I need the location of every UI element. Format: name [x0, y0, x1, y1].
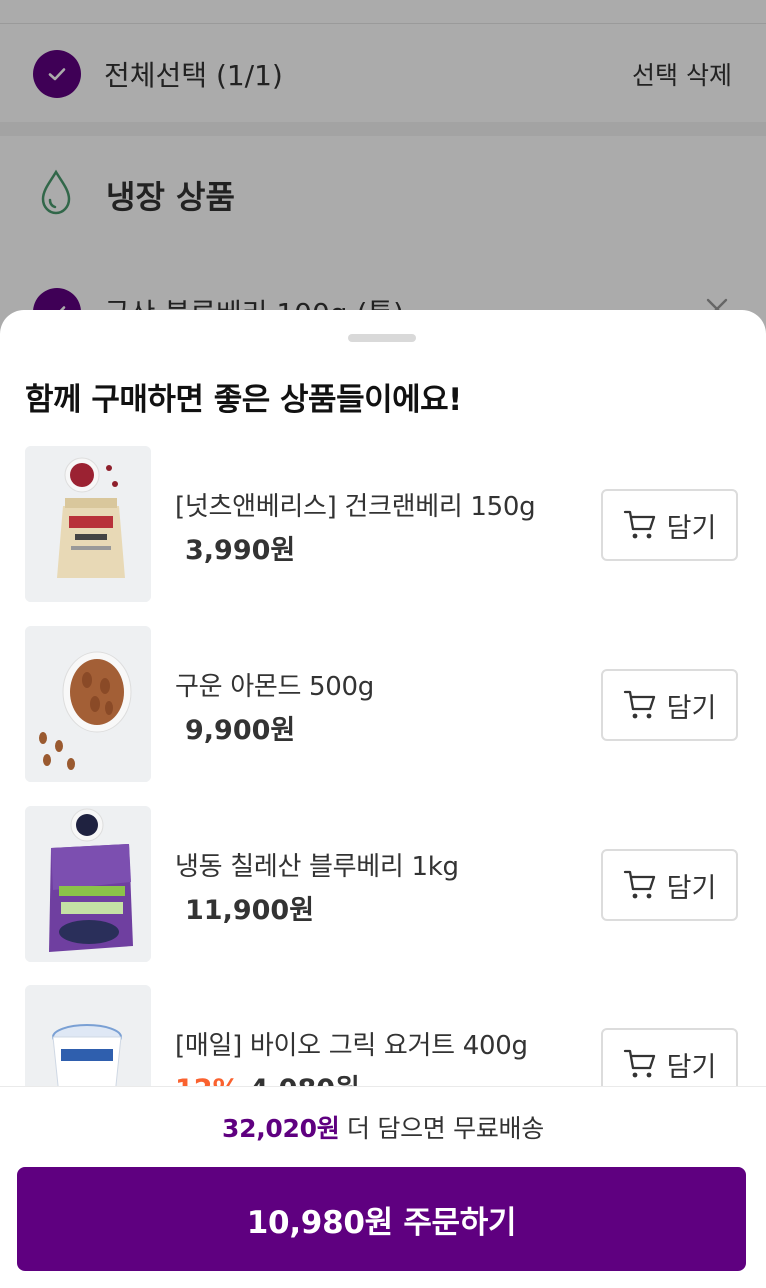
add-to-cart-button[interactable]: 담기	[601, 489, 738, 561]
add-to-cart-label: 담기	[666, 872, 717, 904]
product-image[interactable]	[25, 806, 151, 962]
list-item[interactable]: 구운 아몬드 500g 9,900원 담기	[0, 626, 766, 782]
sheet-footer: 32,020원 더 담으면 무료배송 10,980원 주문하기	[0, 1086, 766, 1288]
price-value: 11,900원	[185, 895, 315, 926]
product-price: 3,990원	[175, 528, 295, 567]
product-list[interactable]: [넛츠앤베리스] 건크랜베리 150g 3,990원 담기 구운 아몬드 500…	[0, 446, 766, 1086]
blueberry-bag-image	[25, 806, 151, 962]
cart-icon	[623, 690, 655, 719]
product-name[interactable]: [매일] 바이오 그릭 요거트 400g	[175, 1025, 528, 1062]
product-price: 12% 4,080원	[175, 1067, 360, 1086]
cart-icon	[623, 1049, 655, 1078]
add-to-cart-button[interactable]: 담기	[601, 1028, 738, 1086]
add-to-cart-button[interactable]: 담기	[601, 849, 738, 921]
product-price: 9,900원	[175, 708, 295, 747]
recommendation-bottom-sheet: 함께 구매하면 좋은 상품들이에요! [넛츠앤베리스] 건크랜베리 150g 3…	[0, 310, 766, 1288]
product-name[interactable]: [넛츠앤베리스] 건크랜베리 150g	[175, 486, 536, 523]
price-value: 4,080원	[250, 1074, 360, 1086]
product-price: 11,900원	[175, 888, 314, 927]
list-item[interactable]: [매일] 바이오 그릭 요거트 400g 12% 4,080원 담기	[0, 985, 766, 1086]
free-shipping-text: 더 담으면 무료배송	[339, 1114, 544, 1143]
cranberry-bag-image	[25, 446, 151, 602]
free-shipping-amount: 32,020원	[222, 1114, 340, 1143]
product-image[interactable]	[25, 446, 151, 602]
cart-icon	[623, 510, 655, 539]
price-value: 3,990원	[185, 535, 296, 566]
free-shipping-notice: 32,020원 더 담으면 무료배송	[0, 1109, 766, 1145]
order-button-label: 10,980원 주문하기	[246, 1204, 517, 1241]
sheet-title: 함께 구매하면 좋은 상품들이에요!	[25, 382, 462, 418]
add-to-cart-label: 담기	[666, 692, 717, 724]
order-button[interactable]: 10,980원 주문하기	[17, 1167, 746, 1271]
list-item[interactable]: [넛츠앤베리스] 건크랜베리 150g 3,990원 담기	[0, 446, 766, 602]
product-name[interactable]: 구운 아몬드 500g	[175, 666, 374, 703]
list-item[interactable]: 냉동 칠레산 블루베리 1kg 11,900원 담기	[0, 806, 766, 962]
cart-icon	[623, 870, 655, 899]
discount-rate: 12%	[175, 1074, 240, 1086]
greek-yogurt-image	[25, 985, 151, 1086]
product-image[interactable]	[25, 626, 151, 782]
almond-bowl-image	[25, 626, 151, 782]
sheet-drag-handle[interactable]	[348, 334, 416, 342]
add-to-cart-label: 담기	[666, 1051, 717, 1083]
add-to-cart-button[interactable]: 담기	[601, 669, 738, 741]
price-value: 9,900원	[185, 715, 296, 746]
add-to-cart-label: 담기	[666, 512, 717, 544]
product-image[interactable]	[25, 985, 151, 1086]
product-name[interactable]: 냉동 칠레산 블루베리 1kg	[175, 846, 459, 883]
